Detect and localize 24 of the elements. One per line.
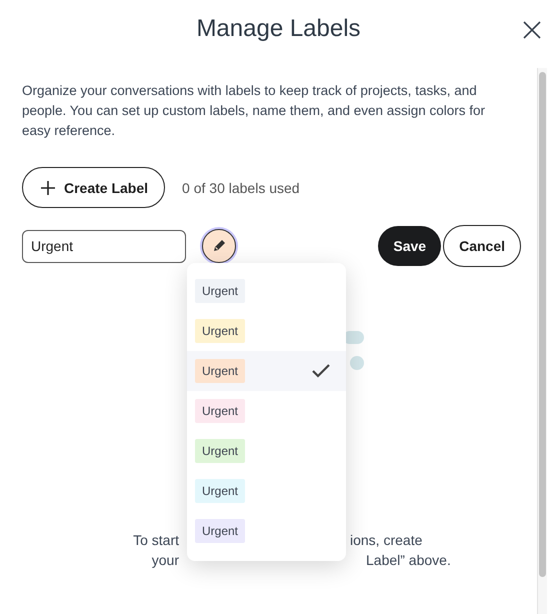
- color-option[interactable]: Urgent: [187, 391, 346, 431]
- pencil-icon: [211, 238, 227, 254]
- close-icon[interactable]: [523, 21, 541, 39]
- color-option[interactable]: Urgent: [187, 511, 346, 551]
- label-name-field[interactable]: Urgent: [22, 230, 186, 262]
- color-option[interactable]: Urgent: [187, 311, 346, 351]
- color-picker-button[interactable]: [202, 229, 236, 263]
- color-option[interactable]: Urgent: [187, 431, 346, 471]
- save-button[interactable]: Save: [378, 226, 442, 266]
- cancel-button[interactable]: Cancel: [443, 225, 521, 267]
- color-option[interactable]: Urgent: [187, 271, 346, 311]
- usage-count: 0 of 30 labels used: [182, 180, 300, 196]
- color-option[interactable]: Urgent: [187, 471, 346, 511]
- empty-state-text: To start: [133, 531, 180, 550]
- empty-state-text: ions, create: [349, 531, 422, 550]
- create-label-button[interactable]: Create Label: [22, 167, 166, 208]
- scrollbar[interactable]: [537, 68, 547, 614]
- plus-icon: [40, 180, 56, 196]
- empty-state-text: Label” above.: [365, 551, 451, 570]
- description-text: Organize your conversations with labels to keep track of projects, tasks, and people. You can set up custom labels, name them, and even assign colors for easy reference.: [22, 82, 486, 140]
- empty-state-text: your: [152, 551, 180, 570]
- color-option[interactable]: Urgent: [187, 351, 346, 391]
- check-icon: [312, 364, 330, 378]
- dialog-title: Manage Labels: [196, 15, 361, 43]
